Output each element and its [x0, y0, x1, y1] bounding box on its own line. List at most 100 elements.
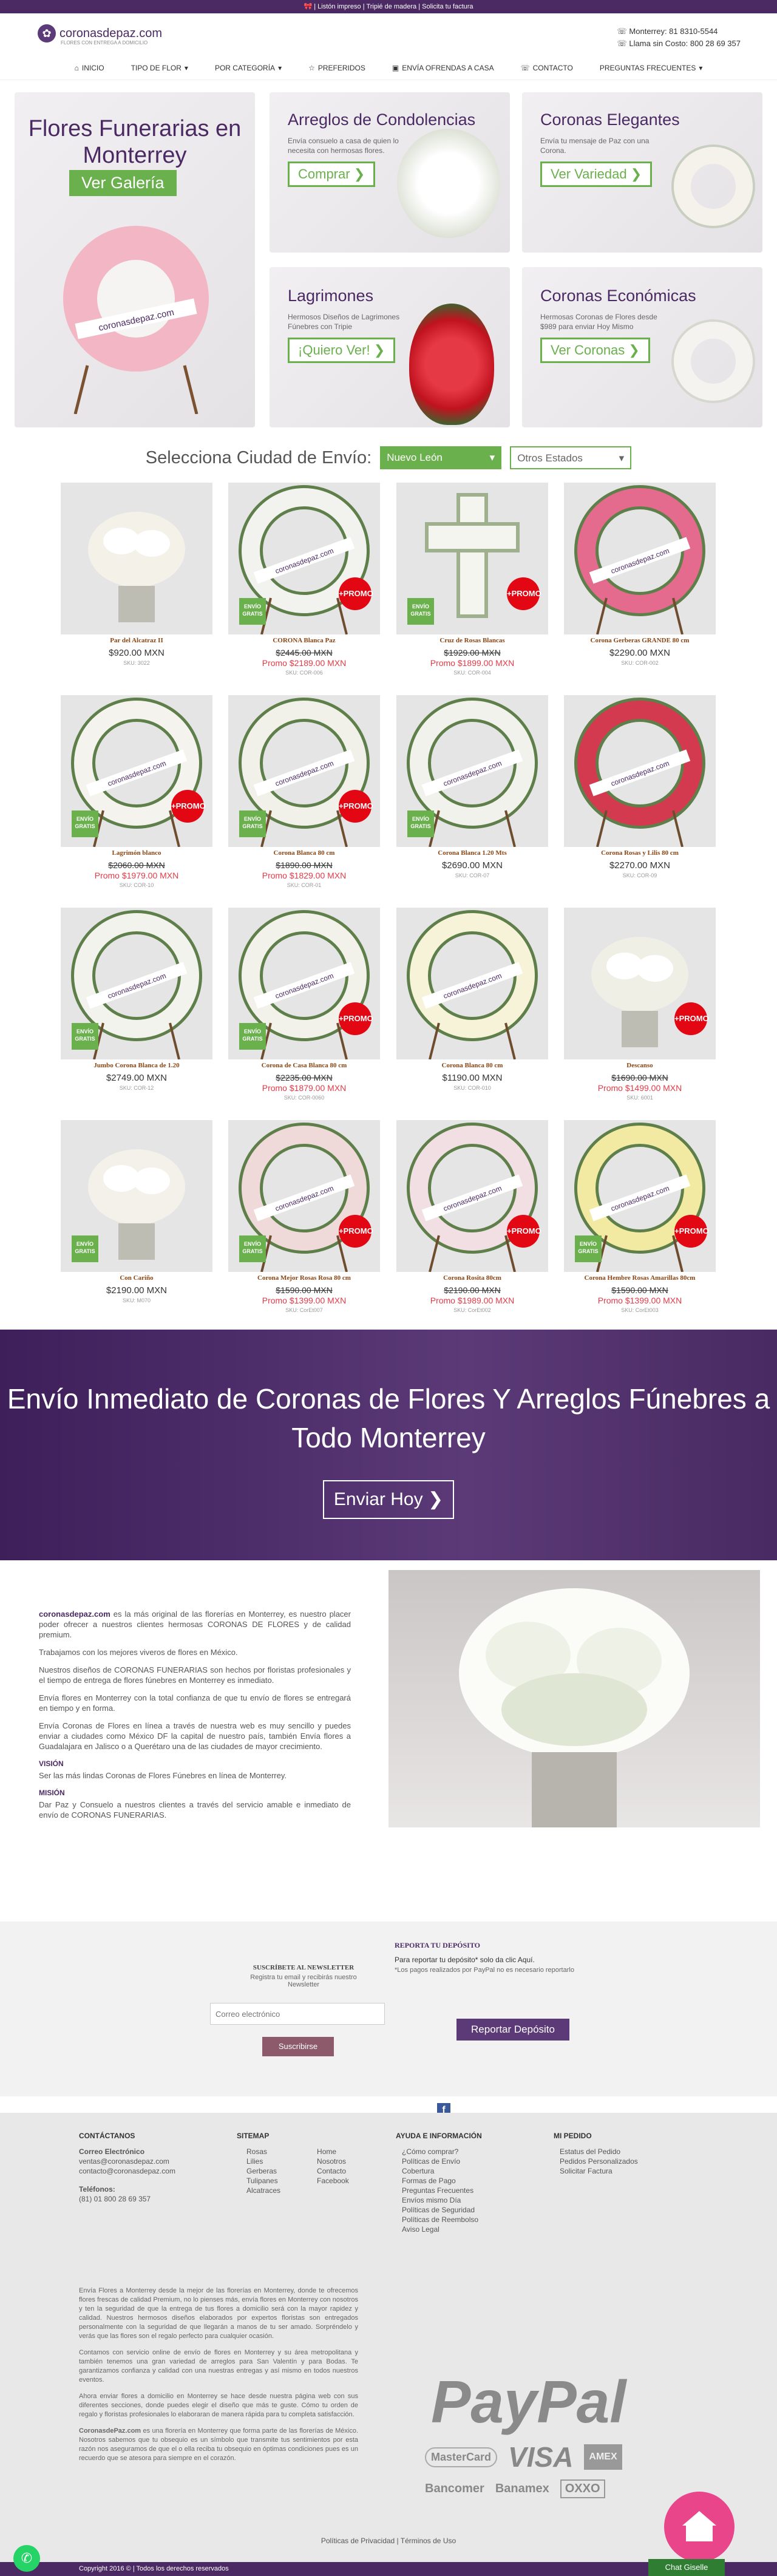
help-link[interactable]: Políticas de Envío — [402, 2156, 482, 2166]
product-card[interactable]: ENVÍO GRATIS +PROMO Cruz de Rosas Blancas $1… — [396, 483, 548, 683]
chat-button[interactable]: Chat Giselle — [648, 2559, 725, 2576]
product-card[interactable]: coronasdepaz.com +PROMO Corona Rosita 80cm… — [396, 1120, 548, 1320]
product-name[interactable]: Corona Rosita 80cm — [396, 1274, 548, 1282]
promo-badge: +PROMO — [507, 1215, 541, 1248]
hero-card-coronas-elegantes[interactable]: Coronas Elegantes Envía tu mensaje de Pa… — [522, 92, 762, 253]
product-name[interactable]: Corona Gerberas GRANDE 80 cm — [564, 637, 716, 644]
product-card[interactable]: coronasdepaz.com Corona Rosas y Lilis 80 … — [564, 695, 716, 895]
phone-monterrey[interactable]: Monterrey: 81 8310-5544 — [629, 27, 718, 36]
product-name[interactable]: Corona Rosas y Lilis 80 cm — [564, 849, 716, 857]
quiero-ver-button[interactable]: ¡Quiero Ver! ❯ — [288, 338, 396, 363]
product-name[interactable]: Corona Blanca 80 cm — [228, 849, 380, 857]
product-card[interactable]: coronasdepaz.com ENVÍO GRATIS Corona Blanca… — [396, 695, 548, 895]
nav-inicio[interactable]: ⌂ INICIO — [61, 64, 118, 72]
city-label: Selecciona Ciudad de Envío: — [145, 447, 372, 467]
sitemap-link[interactable]: Rosas — [246, 2147, 280, 2156]
product-card[interactable]: +PROMO Descanso $1690.00 MXN Promo $1499.00… — [564, 908, 716, 1108]
footer-seo-text: Envía Flores a Monterrey desde la mejor … — [79, 2287, 358, 2462]
nav-preguntas-frecuentes[interactable]: PREGUNTAS FRECUENTES ▾ — [586, 64, 716, 72]
ver-variedad-button[interactable]: Ver Variedad ❯ — [540, 161, 653, 187]
help-link[interactable]: Envíos mismo Día — [402, 2195, 482, 2205]
email-contacto[interactable]: contacto@coronasdepaz.com — [79, 2166, 175, 2176]
sitemap-link[interactable]: Alcatraces — [246, 2186, 280, 2195]
product-card[interactable]: ENVÍO GRATIS Con Cariño $2190.00 MXN SKU: M0… — [61, 1120, 212, 1320]
product-card[interactable]: coronasdepaz.com ENVÍO GRATIS +PROMO Lagrimó… — [61, 695, 212, 895]
sitemap-link[interactable]: Facebook — [317, 2176, 349, 2186]
sitemap-link[interactable]: Home — [317, 2147, 349, 2156]
help-link[interactable]: ¿Cómo comprar? — [402, 2147, 482, 2156]
brand-name: coronasdepaz.com — [39, 1609, 110, 1619]
report-text[interactable]: Para reportar tu depósito* solo da clic … — [395, 1956, 535, 1964]
whatsapp-icon[interactable]: ✆ — [13, 2545, 40, 2572]
product-card[interactable]: coronasdepaz.com ENVÍO GRATIS +PROMO Corona … — [228, 908, 380, 1108]
order-link[interactable]: Estatus del Pedido — [560, 2147, 638, 2156]
product-card[interactable]: coronasdepaz.com ENVÍO GRATIS +PROMO Corona … — [564, 1120, 716, 1320]
product-card[interactable]: coronasdepaz.com ENVÍO GRATIS +PROMO Corona … — [228, 1120, 380, 1320]
hero-main-card[interactable]: Flores Funerarias en Monterrey Ver Galer… — [15, 92, 255, 427]
logo[interactable]: ✿ coronasdepaz.com FLORES CON ENTREGA A … — [38, 24, 162, 46]
floating-home-button[interactable] — [664, 2492, 735, 2562]
ver-galeria-button[interactable]: Ver Galería — [69, 170, 177, 196]
state-select[interactable]: Nuevo León ▾ — [380, 446, 502, 469]
product-old-price: $2235.00 MXN — [276, 1073, 333, 1082]
other-states-select[interactable]: Otros Estados ▾ — [510, 446, 632, 469]
product-old-price: $2060.00 MXN — [108, 860, 165, 870]
nav-por-categoria[interactable]: POR CATEGORÍA ▾ — [202, 64, 295, 72]
product-name[interactable]: Descanso — [564, 1062, 716, 1069]
product-name[interactable]: Corona Blanca 1.20 Mts — [396, 849, 548, 857]
product-old-price: $2190.00 MXN — [444, 1285, 501, 1295]
product-card[interactable]: coronasdepaz.com ENVÍO GRATIS +PROMO CORONA … — [228, 483, 380, 683]
order-link[interactable]: Pedidos Personalizados — [560, 2156, 638, 2166]
product-card[interactable]: Par del Alcatraz II $920.00 MXN SKU: 3022 — [61, 483, 212, 683]
nav-preferidos[interactable]: ☆ PREFERIDOS — [295, 64, 379, 72]
product-name[interactable]: Jumbo Corona Blanca de 1.20 — [61, 1062, 212, 1069]
product-card[interactable]: coronasdepaz.com ENVÍO GRATIS +PROMO Corona … — [228, 695, 380, 895]
help-link[interactable]: Políticas de Seguridad — [402, 2205, 482, 2215]
hero-card-condolencias[interactable]: Arreglos de Condolencias Envía consuelo … — [270, 92, 510, 253]
sitemap-link[interactable]: Tulipanes — [246, 2176, 280, 2186]
help-link[interactable]: Formas de Pago — [402, 2176, 482, 2186]
sitemap-link[interactable]: Contacto — [317, 2166, 349, 2176]
product-card[interactable]: coronasdepaz.com Corona Gerberas GRANDE 8… — [564, 483, 716, 683]
nav-contacto[interactable]: ☏ CONTACTO — [507, 64, 586, 72]
hero-card-lagrimones[interactable]: Lagrimones Hermosos Diseños de Lagrimone… — [270, 267, 510, 427]
privacy-links[interactable]: Políticas de Privacidad | Términos de Us… — [0, 2537, 777, 2545]
product-name[interactable]: Corona de Casa Blanca 80 cm — [228, 1062, 380, 1069]
product-sku: SKU: CorEt003 — [621, 1307, 659, 1313]
reportar-deposito-button[interactable]: Reportar Depósito — [456, 2019, 569, 2041]
email-ventas[interactable]: ventas@coronasdepaz.com — [79, 2156, 175, 2166]
white-flowers-image — [388, 1570, 760, 1827]
help-link[interactable]: Preguntas Frecuentes — [402, 2186, 482, 2195]
nav-envia-ofrendas[interactable]: ▣ ENVÍA OFRENDAS A CASA — [379, 64, 507, 72]
product-name[interactable]: Corona Hembre Rosas Amarillas 80cm — [564, 1274, 716, 1282]
product-promo-price: Promo $1989.00 MXN — [430, 1296, 515, 1305]
footer-phone[interactable]: (81) 01 800 28 69 357 — [79, 2194, 175, 2204]
phone-toll-free[interactable]: Llama sin Costo: 800 28 69 357 — [629, 39, 741, 48]
email-input[interactable] — [210, 2003, 385, 2025]
help-link[interactable]: Cobertura — [402, 2166, 482, 2176]
hero-card-coronas-economicas[interactable]: Coronas Económicas Hermosas Coronas de F… — [522, 267, 762, 427]
sitemap-link[interactable]: Lilies — [246, 2156, 280, 2166]
product-name[interactable]: Lagrimón blanco — [61, 849, 212, 857]
product-name[interactable]: CORONA Blanca Paz — [228, 637, 380, 644]
help-link[interactable]: Aviso Legal — [402, 2224, 482, 2234]
help-link[interactable]: Políticas de Reembolso — [402, 2215, 482, 2224]
card-title: Arreglos de Condolencias — [288, 110, 476, 129]
product-card[interactable]: coronasdepaz.com Corona Blanca 80 cm $1190… — [396, 908, 548, 1108]
suscribirse-button[interactable]: Suscribirse — [262, 2037, 334, 2056]
enviar-hoy-button[interactable]: Enviar Hoy ❯ — [323, 1480, 454, 1519]
header-contact: ☏ Monterrey: 81 8310-5544 ☏ Llama sin Co… — [617, 25, 741, 50]
ver-coronas-button[interactable]: Ver Coronas ❯ — [540, 338, 650, 363]
product-name[interactable]: Con Cariño — [61, 1274, 212, 1282]
product-old-price: $2445.00 MXN — [276, 648, 333, 658]
sitemap-link[interactable]: Gerberas — [246, 2166, 280, 2176]
sitemap-link[interactable]: Nosotros — [317, 2156, 349, 2166]
order-link[interactable]: Solicitar Factura — [560, 2166, 638, 2176]
product-name[interactable]: Corona Mejor Rosas Rosa 80 cm — [228, 1274, 380, 1282]
product-name[interactable]: Par del Alcatraz II — [61, 637, 212, 644]
product-name[interactable]: Corona Blanca 80 cm — [396, 1062, 548, 1069]
nav-tipo-de-flor[interactable]: TIPO DE FLOR ▾ — [118, 64, 202, 72]
product-card[interactable]: coronasdepaz.com ENVÍO GRATIS Jumbo Corona … — [61, 908, 212, 1108]
comprar-button[interactable]: Comprar ❯ — [288, 161, 376, 187]
product-name[interactable]: Cruz de Rosas Blancas — [396, 637, 548, 644]
